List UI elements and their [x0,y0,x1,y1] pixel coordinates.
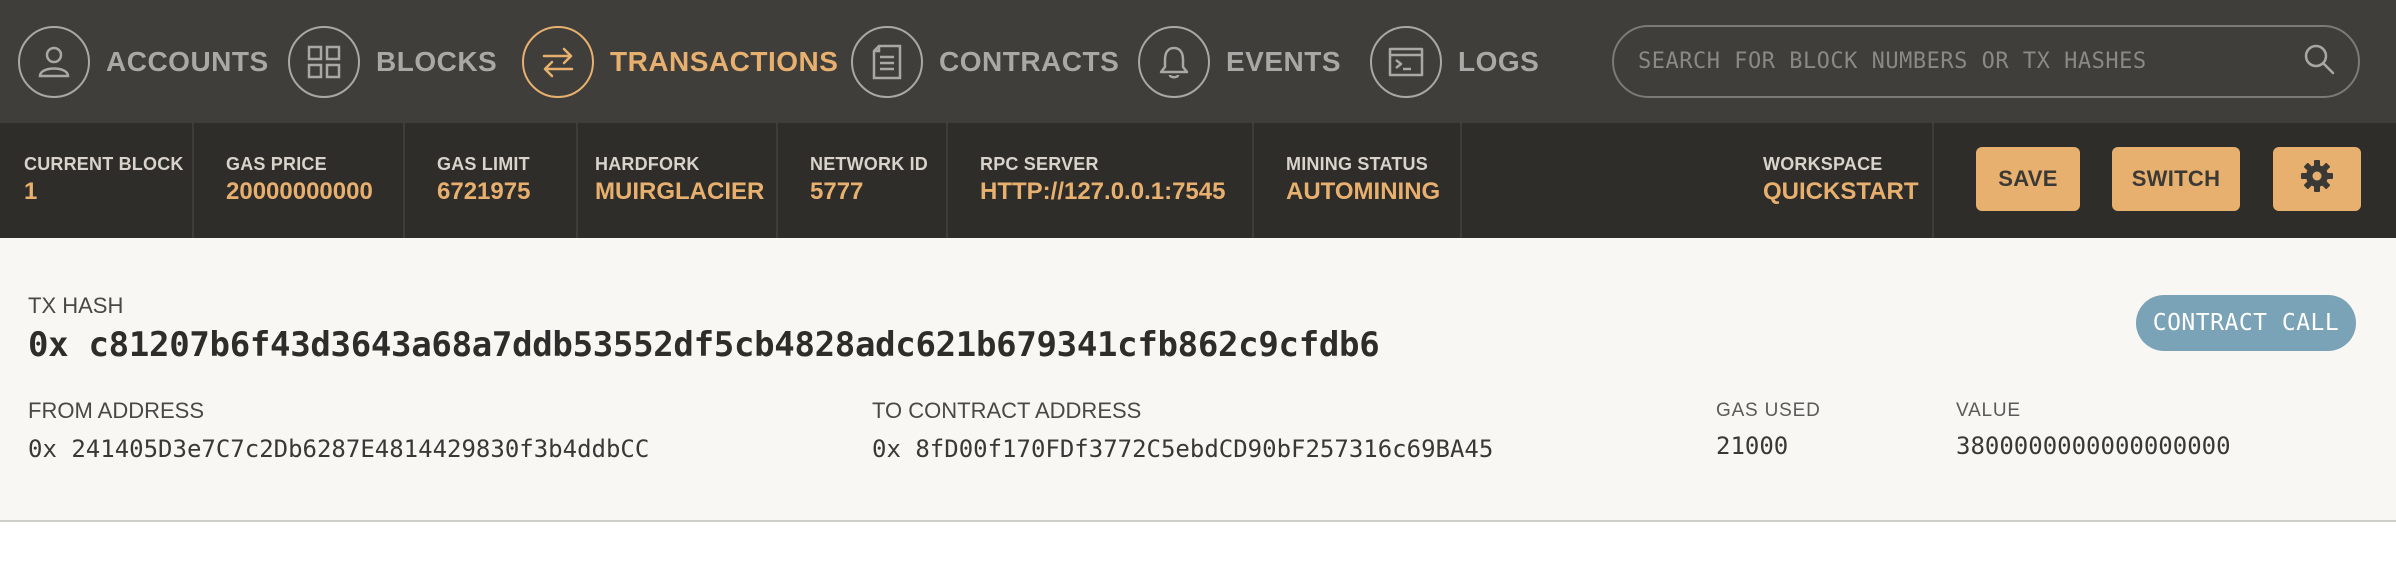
hardfork-label: HARDFORK [595,154,700,174]
nav-transactions-label: TRANSACTIONS [610,45,839,77]
rpc-server-stat: RPC SERVER HTTP://127.0.0.1:7545 [948,123,1254,238]
rpc-server-value: HTTP://127.0.0.1:7545 [980,178,1226,205]
network-id-stat: NETWORK ID 5777 [778,123,948,238]
to-contract-address-label: TO CONTRACT ADDRESS [872,398,1142,423]
to-contract-address-value: 0x 8fD00f170FDf3772C5ebdCD90bF257316c69B… [872,435,1494,463]
nav-blocks[interactable]: BLOCKS [288,0,497,123]
nav-events[interactable]: EVENTS [1138,0,1341,123]
divider [1932,123,1934,238]
mining-status-value: AUTOMINING [1286,178,1441,205]
workspace-label: WORKSPACE [1763,154,1883,174]
gas-price-stat: GAS PRICE 20000000000 [194,123,405,238]
gas-limit-stat: GAS LIMIT 6721975 [405,123,578,238]
search-icon[interactable] [2302,42,2336,81]
tx-hash-value: 0x c81207b6f43d3643a68a7ddb53552df5cb482… [28,325,1380,365]
nav-logs[interactable]: LOGS [1370,0,1539,123]
workspace-value: QUICKSTART [1763,178,1919,205]
tx-hash-label: TX HASH [28,293,124,318]
status-bar: CURRENT BLOCK 1 GAS PRICE 20000000000 GA… [0,123,2396,238]
nav-transactions[interactable]: TRANSACTIONS [522,0,838,123]
value-amount: 3800000000000000000 [1956,432,2231,460]
switch-button[interactable]: SWITCH [2112,147,2240,211]
rpc-server-label: RPC SERVER [980,154,1099,174]
network-id-value: 5777 [810,178,864,205]
contract-call-badge: CONTRACT CALL [2136,295,2356,351]
bell-icon [1138,25,1210,98]
settings-button[interactable] [2273,147,2361,211]
search-input[interactable] [1638,49,2302,74]
gas-limit-label: GAS LIMIT [437,154,530,174]
transaction-detail: TX HASH 0x c81207b6f43d3643a68a7ddb53552… [0,238,2396,522]
swap-arrows-icon [522,25,594,98]
hardfork-stat: HARDFORK MUIRGLACIER [578,123,778,238]
nav-contracts[interactable]: CONTRACTS [851,0,1119,123]
mining-status-stat: MINING STATUS AUTOMINING [1254,123,1462,238]
gas-used-value: 21000 [1716,432,1789,460]
grid-icon [288,25,360,98]
current-block-stat: CURRENT BLOCK 1 [0,123,194,238]
terminal-icon [1370,25,1442,98]
nav-accounts-label: ACCOUNTS [106,45,269,77]
from-address-value: 0x 241405D3e7C7c2Db6287E4814429830f3b4dd… [28,435,650,463]
gas-limit-value: 6721975 [437,178,531,205]
gas-used-label: GAS USED [1716,400,1821,421]
value-label: VALUE [1956,400,2021,421]
user-icon [18,25,90,98]
nav-contracts-label: CONTRACTS [939,45,1120,77]
gear-icon [2299,158,2335,200]
search-box [1612,25,2360,98]
current-block-value: 1 [24,178,38,205]
gas-price-label: GAS PRICE [226,154,327,174]
nav-logs-label: LOGS [1458,45,1540,77]
save-button[interactable]: SAVE [1976,147,2080,211]
nav-events-label: EVENTS [1226,45,1342,77]
hardfork-value: MUIRGLACIER [595,178,765,205]
network-id-label: NETWORK ID [810,154,928,174]
document-icon [851,25,923,98]
top-nav: ACCOUNTS BLOCKS TRANSACTIONS CONTRACTS E… [0,0,2396,123]
nav-blocks-label: BLOCKS [376,45,498,77]
current-block-label: CURRENT BLOCK [24,154,184,174]
gas-price-value: 20000000000 [226,178,373,205]
nav-accounts[interactable]: ACCOUNTS [18,0,269,123]
workspace-stat: WORKSPACE QUICKSTART [1763,123,1934,238]
mining-status-label: MINING STATUS [1286,154,1428,174]
from-address-label: FROM ADDRESS [28,398,205,423]
